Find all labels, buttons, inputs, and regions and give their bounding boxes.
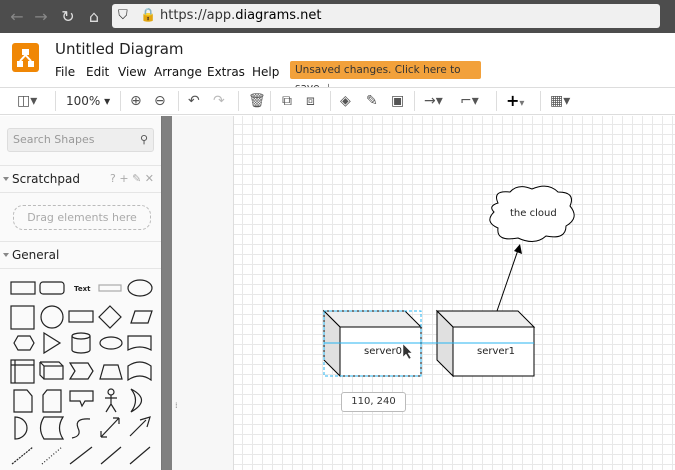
server0-label: server0 <box>364 346 403 357</box>
cloud-label: the cloud <box>510 208 557 219</box>
edge-server1-to-cloud[interactable] <box>496 249 519 312</box>
diagram-shapes <box>322 185 575 378</box>
server1-label: server1 <box>477 346 516 357</box>
position-tooltip: 110, 240 <box>341 392 406 412</box>
arrowhead-icon <box>514 244 522 254</box>
